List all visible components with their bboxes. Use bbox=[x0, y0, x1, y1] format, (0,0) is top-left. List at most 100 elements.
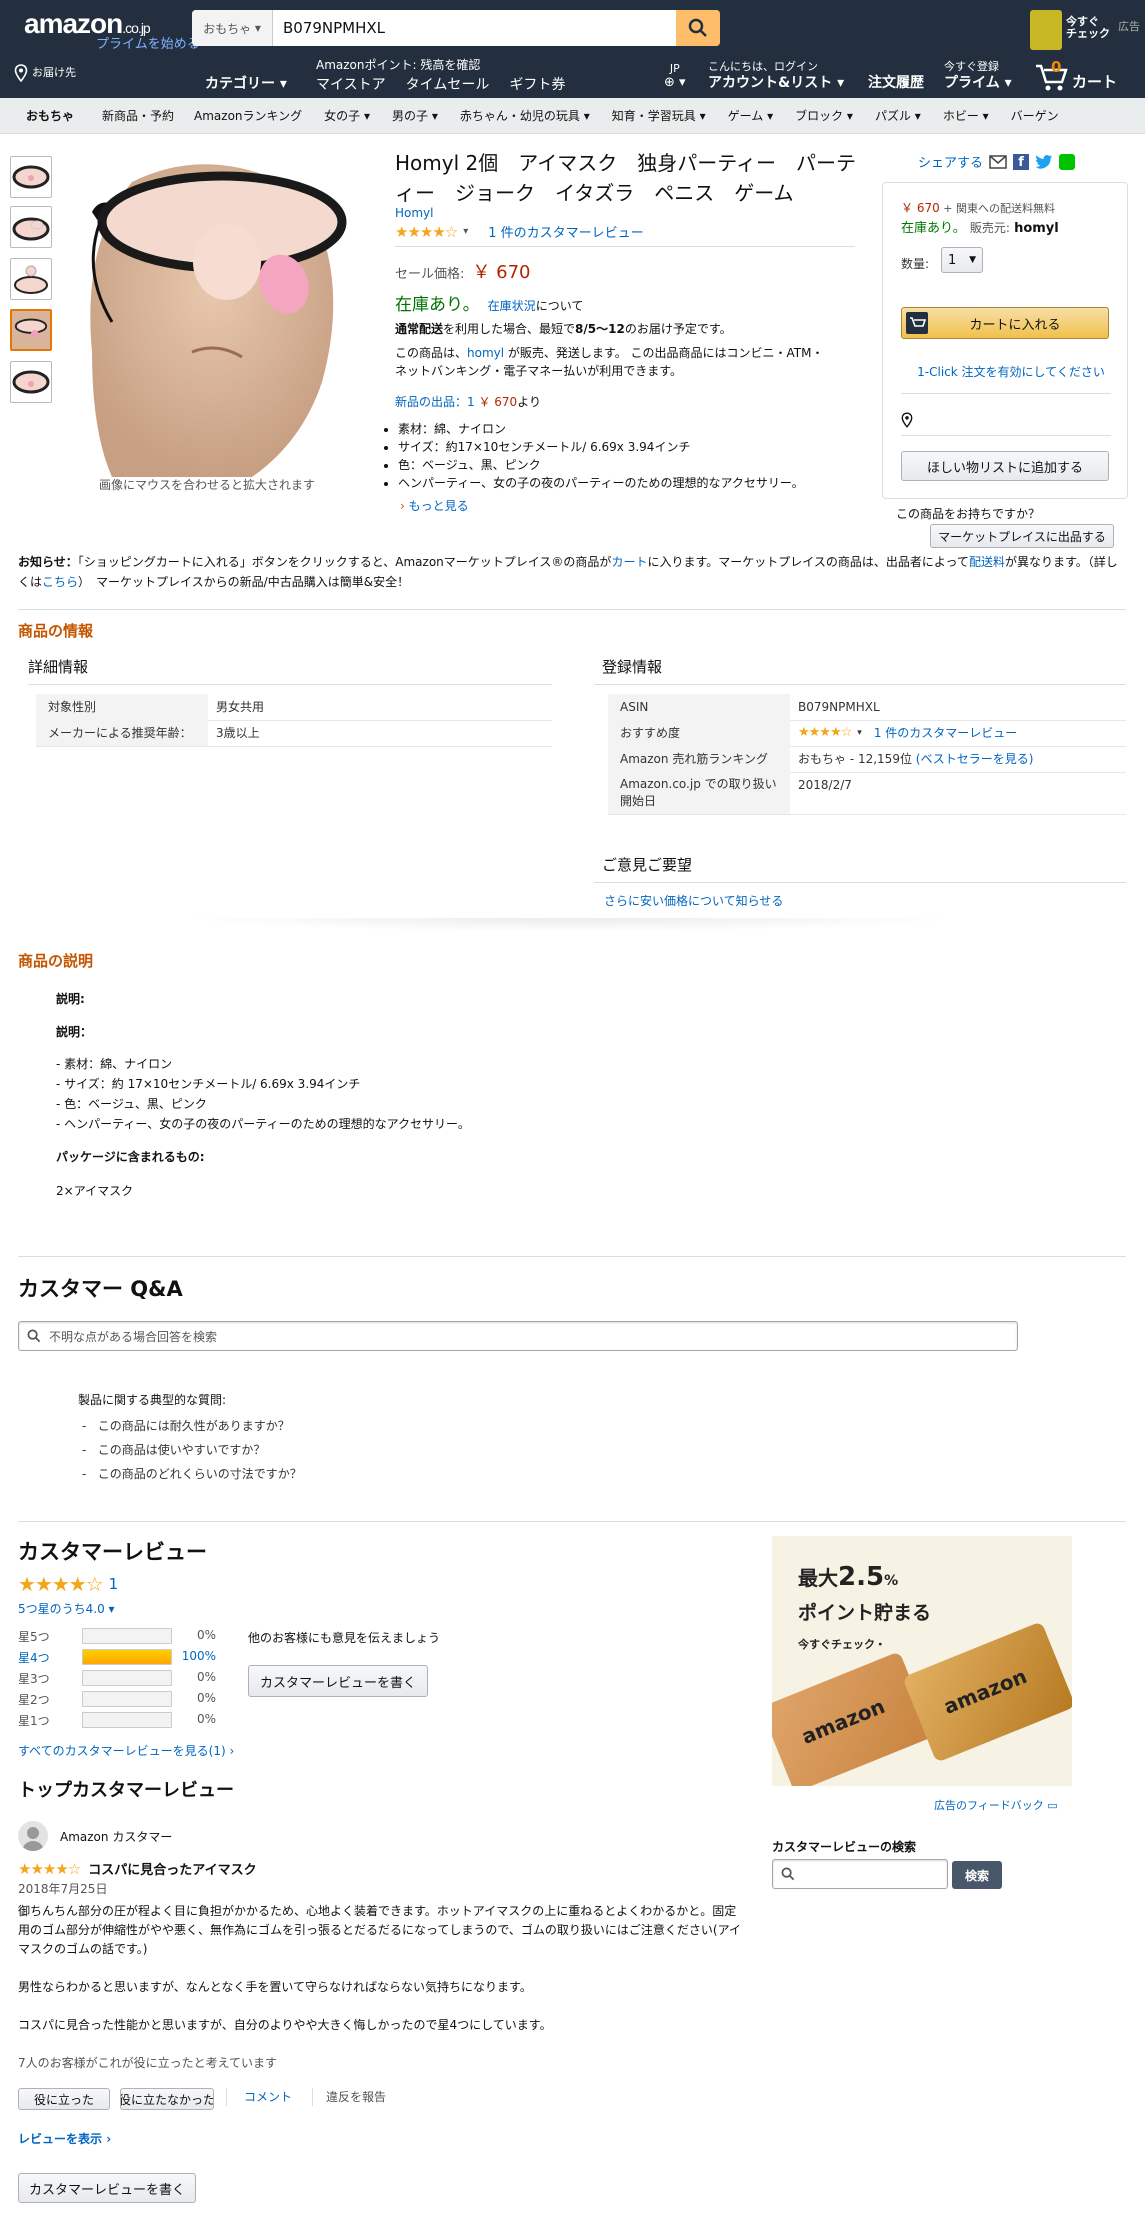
add-to-wishlist-button[interactable]: ほしい物リストに追加する bbox=[901, 451, 1109, 481]
comment-icon: ▭ bbox=[1047, 1799, 1058, 1812]
deliver-to[interactable]: お届け先 bbox=[14, 64, 76, 82]
report-abuse-link[interactable]: 違反を報告 bbox=[326, 2088, 386, 2105]
subnav-item-boys[interactable]: 男の子 ▾ bbox=[392, 107, 438, 124]
recommend-stars[interactable]: ★★★★☆ bbox=[798, 720, 852, 746]
search-input[interactable]: B079NPMHXL bbox=[273, 10, 676, 46]
ad-feedback-link[interactable]: 広告のフィードバック ▭ bbox=[934, 1797, 1058, 1813]
subnav-item-games[interactable]: ゲーム ▾ bbox=[728, 107, 773, 124]
buybox-seller-link[interactable]: homyl bbox=[1014, 221, 1059, 236]
stock-status-link[interactable]: 在庫状況 bbox=[488, 299, 536, 313]
description-lines: - 素材：綿、ナイロン - サイズ：約 17×10センチメートル/ 6.69x … bbox=[56, 1057, 470, 1131]
subnav-item-blocks[interactable]: ブロック ▾ bbox=[795, 107, 853, 124]
bestseller-link[interactable]: (ベストセラーを見る) bbox=[916, 752, 1034, 766]
sale-price-label: セール価格: bbox=[395, 267, 465, 282]
cart-link-inline[interactable]: カート bbox=[611, 555, 647, 569]
ad-now-text[interactable]: 今すぐ チェック bbox=[1066, 16, 1110, 40]
subnav-item-bargain[interactable]: バーゲン bbox=[1011, 107, 1059, 124]
average-rating-link[interactable]: 5つ星のうち4.0 ▾ bbox=[18, 1600, 115, 1617]
seller-link[interactable]: homyl bbox=[467, 346, 504, 360]
write-review-button-bottom[interactable]: カスタマーレビューを書く bbox=[18, 2173, 196, 2203]
credit-card-ad[interactable]: 最大2.5% ポイント貯まる 今すぐチェック・ amazon amazon bbox=[772, 1536, 1072, 1786]
review-search-button[interactable]: 検索 bbox=[952, 1861, 1002, 1889]
qa-search-input[interactable]: 不明な点がある場合回答を検索 bbox=[18, 1321, 1018, 1351]
top-reviews-title: トップカスタマーレビュー bbox=[18, 1780, 234, 1801]
cart-link[interactable]: 0 カート bbox=[1034, 58, 1134, 94]
prime-menu[interactable]: 今すぐ登録 プライム ▾ bbox=[944, 60, 1012, 92]
nav-link-giftcard[interactable]: ギフト券 bbox=[509, 74, 565, 94]
show-more-reviews-link[interactable]: レビューを表示 › bbox=[18, 2130, 111, 2147]
write-review-button[interactable]: カスタマーレビューを書く bbox=[248, 1665, 428, 1697]
new-offers-link[interactable]: 新品の出品：1 bbox=[395, 395, 475, 409]
helpful-yes-button[interactable]: 役に立った bbox=[18, 2088, 110, 2110]
reviews-count[interactable]: 1 bbox=[109, 1575, 119, 1593]
prime-now-ad-icon[interactable] bbox=[1030, 10, 1062, 50]
comment-link[interactable]: コメント bbox=[244, 2088, 292, 2105]
typical-question[interactable]: - この商品には耐久性がありますか？ bbox=[82, 1414, 302, 1438]
thumbnail-2[interactable] bbox=[10, 206, 52, 248]
search-button[interactable] bbox=[676, 10, 720, 46]
subnav-item-toys[interactable]: おもちゃ bbox=[26, 107, 74, 124]
nav-link-timesale[interactable]: タイムセール bbox=[406, 74, 490, 94]
add-to-cart-button[interactable]: カートに入れる bbox=[901, 307, 1109, 339]
search-category-select[interactable]: おもちゃ ▾ bbox=[192, 10, 273, 46]
review-title[interactable]: コスパに見合ったアイマスク bbox=[88, 1859, 256, 1878]
account-menu[interactable]: こんにちは、ログイン アカウント&リスト ▾ bbox=[708, 60, 844, 92]
divider bbox=[395, 246, 855, 247]
helpful-no-button[interactable]: 役に立たなかった bbox=[120, 2088, 214, 2110]
histogram-row[interactable]: 星1つ 0% bbox=[18, 1712, 218, 1728]
review-search-input[interactable] bbox=[772, 1859, 948, 1889]
subnav-item-girls[interactable]: 女の子 ▾ bbox=[324, 107, 370, 124]
nav-top-bar: amazon.co.jp プライムを始める おもちゃ ▾ B079NPMHXL … bbox=[0, 0, 1145, 56]
thumbnail-3[interactable] bbox=[10, 258, 52, 300]
see-more-link[interactable]: › もっと見る bbox=[400, 497, 469, 514]
one-click-link[interactable]: 1-Click 注文を有効にしてください bbox=[911, 363, 1111, 380]
language-selector[interactable]: JP ⊕ ▾ bbox=[664, 62, 686, 90]
quantity-select[interactable]: 1 ▼ bbox=[941, 247, 983, 273]
reviews-title: カスタマーレビュー bbox=[18, 1540, 207, 1564]
review-count-link[interactable]: 1 件のカスタマーレビュー bbox=[488, 222, 643, 241]
typical-question[interactable]: - この商品のどれくらいの寸法ですか？ bbox=[82, 1462, 302, 1486]
subnav-item-hobby[interactable]: ホビー ▾ bbox=[943, 107, 989, 124]
email-icon[interactable] bbox=[989, 154, 1007, 169]
rating-histogram: 星5つ 0% 星4つ 100% 星3つ 0% 星2つ 0% 星1つ 0% bbox=[18, 1628, 218, 1728]
recommend-review-link[interactable]: 1 件のカスタマーレビュー bbox=[874, 720, 1017, 746]
thumbnail-5[interactable] bbox=[10, 361, 52, 403]
location-pin-icon[interactable] bbox=[901, 412, 913, 428]
nav-link-mystore[interactable]: マイストア bbox=[316, 74, 386, 94]
rating-stars[interactable]: ★★★★☆ bbox=[395, 223, 458, 241]
thumbnail-4-selected[interactable] bbox=[10, 309, 52, 351]
line-icon[interactable] bbox=[1059, 153, 1076, 170]
chevron-right-icon: › bbox=[400, 499, 405, 513]
reviewer-name[interactable]: Amazon カスタマー bbox=[60, 1828, 172, 1845]
release-date: 2018/2/7 bbox=[798, 778, 852, 792]
main-product-image[interactable] bbox=[52, 152, 372, 477]
orders-link[interactable]: 注文履歴 bbox=[868, 74, 924, 92]
feature-bullet: ヘンパーティー、女の子の夜のパーティーのための理想的なアクセサリー。 bbox=[398, 474, 868, 492]
subnav-item-new[interactable]: 新商品・予約 bbox=[102, 107, 174, 124]
details-here-link[interactable]: こちら bbox=[42, 575, 78, 589]
thumbnail-1[interactable] bbox=[10, 156, 52, 198]
category-menu[interactable]: カテゴリー ▾ bbox=[205, 75, 287, 93]
histogram-row[interactable]: 星3つ 0% bbox=[18, 1670, 218, 1686]
shipping-fee-link[interactable]: 配送料 bbox=[969, 555, 1005, 569]
histogram-row[interactable]: 星4つ 100% bbox=[18, 1649, 218, 1665]
search-icon bbox=[781, 1867, 795, 1881]
subnav-item-ranking[interactable]: Amazonランキング bbox=[194, 107, 302, 124]
typical-question[interactable]: - この商品は使いやすいですか？ bbox=[82, 1438, 302, 1462]
prime-signup-link[interactable]: プライムを始める bbox=[96, 33, 200, 52]
points-link[interactable]: Amazonポイント: 残高を確認 bbox=[316, 58, 480, 72]
histogram-row[interactable]: 星5つ 0% bbox=[18, 1628, 218, 1644]
brand-link[interactable]: Homyl bbox=[395, 206, 434, 220]
twitter-icon[interactable] bbox=[1035, 154, 1053, 170]
see-all-reviews-link[interactable]: すべてのカスタマーレビューを見る(1) › bbox=[18, 1742, 234, 1759]
histogram-row[interactable]: 星2つ 0% bbox=[18, 1691, 218, 1707]
subnav-item-puzzles[interactable]: パズル ▾ bbox=[875, 107, 921, 124]
price-row: セール価格: ￥ 670 bbox=[395, 258, 530, 284]
price-feedback-link[interactable]: さらに安い価格について知らせる bbox=[604, 892, 783, 909]
sell-on-marketplace-button[interactable]: マーケットプレイスに出品する bbox=[930, 524, 1114, 548]
facebook-icon[interactable]: f bbox=[1013, 153, 1030, 170]
feature-bullet: 素材：綿、ナイロン bbox=[398, 420, 868, 438]
subnav-item-baby[interactable]: 赤ちゃん・幼児の玩具 ▾ bbox=[460, 107, 590, 124]
subnav-item-educational[interactable]: 知育・学習玩具 ▾ bbox=[612, 107, 706, 124]
chevron-down-icon[interactable]: ▾ bbox=[463, 226, 468, 237]
